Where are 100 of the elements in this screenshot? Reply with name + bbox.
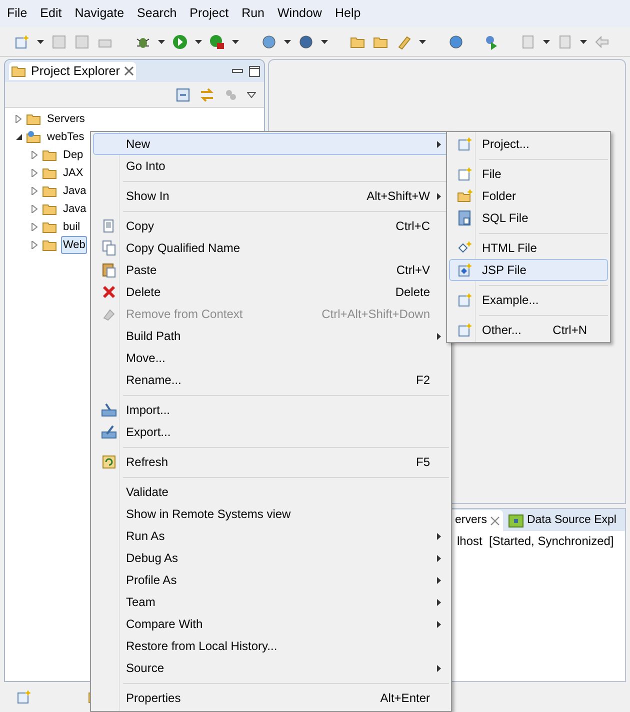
dropdown-caret-icon[interactable]: [321, 40, 328, 44]
dropdown-caret-icon[interactable]: [419, 40, 426, 44]
save-all-icon: [74, 34, 90, 50]
tree-item[interactable]: Java: [61, 200, 88, 218]
collapse-all-icon: [175, 86, 191, 102]
project-folder-icon: [26, 129, 42, 145]
expand-arrow-icon[interactable]: [15, 133, 23, 141]
menu-item[interactable]: Source: [93, 657, 449, 679]
menu-item[interactable]: Debug As: [93, 547, 449, 569]
close-icon[interactable]: [124, 66, 134, 76]
menu-item[interactable]: Go Into: [93, 155, 449, 177]
submenu-arrow-icon: [437, 532, 441, 540]
globe-icon: [261, 34, 277, 50]
run-icon: [172, 34, 188, 50]
menu-item[interactable]: Run As: [93, 525, 449, 547]
tree-item[interactable]: JAX: [61, 164, 86, 182]
minimize-icon[interactable]: [232, 69, 243, 73]
submenu-arrow-icon: [437, 332, 441, 340]
submenu-arrow-icon: [437, 140, 441, 148]
menu-bar-item[interactable]: Help: [334, 4, 361, 23]
menu-item[interactable]: Validate: [93, 481, 449, 503]
save-icon: [51, 34, 67, 50]
menu-item[interactable]: Show in Remote Systems view: [93, 503, 449, 525]
menu-bar-item[interactable]: Navigate: [74, 4, 124, 23]
menu-item[interactable]: Export...: [93, 421, 449, 443]
menu-item[interactable]: Restore from Local History...: [93, 635, 449, 657]
tree-item[interactable]: Java: [61, 182, 88, 200]
previous-annotation-icon: [557, 34, 573, 50]
menu-item[interactable]: Compare With: [93, 613, 449, 635]
project-explorer-tab[interactable]: Project Explorer: [9, 62, 136, 80]
new-folder-icon: [457, 188, 473, 204]
menu-item[interactable]: Team: [93, 591, 449, 613]
globe-icon: [448, 34, 464, 50]
menu-item[interactable]: Copy Qualified Name: [93, 237, 449, 259]
view-menu-icon[interactable]: [247, 92, 256, 98]
menu-bar-item[interactable]: Edit: [40, 4, 62, 23]
menu-item[interactable]: Folder: [449, 185, 608, 207]
new-file-icon: [457, 166, 473, 182]
back-icon: [594, 34, 610, 50]
sql-file-icon: [457, 210, 473, 226]
database-icon: [508, 512, 524, 528]
new-project-icon: [457, 136, 473, 152]
submenu-arrow-icon: [437, 554, 441, 562]
dropdown-caret-icon[interactable]: [543, 40, 550, 44]
dropdown-caret-icon[interactable]: [580, 40, 587, 44]
menu-bar-item[interactable]: Window: [278, 4, 322, 23]
maximize-icon[interactable]: [249, 66, 260, 76]
menu-item[interactable]: Example...: [449, 289, 608, 311]
menu-item[interactable]: Move...: [93, 347, 449, 369]
dropdown-caret-icon[interactable]: [37, 40, 44, 44]
menu-item[interactable]: Refresh F5: [93, 451, 449, 473]
menu-item[interactable]: Import...: [93, 399, 449, 421]
tree-item[interactable]: Web: [61, 236, 88, 254]
submenu-arrow-icon: [437, 664, 441, 672]
run-tool-icon: [209, 34, 225, 50]
menu-item[interactable]: New: [93, 133, 449, 155]
next-annotation-icon: [520, 34, 536, 50]
submenu-arrow-icon: [437, 576, 441, 584]
new-view-icon: [16, 689, 32, 705]
menu-item[interactable]: HTML File: [449, 237, 608, 259]
server-row[interactable]: lhost [Started, Synchronized]: [457, 532, 614, 550]
menu-item[interactable]: Project...: [449, 133, 608, 155]
paste-icon: [101, 262, 117, 278]
dropdown-caret-icon[interactable]: [158, 40, 165, 44]
submenu-arrow-icon: [437, 192, 441, 200]
new-icon: [14, 34, 30, 50]
menu-item[interactable]: Delete Delete: [93, 281, 449, 303]
menu-bar-item[interactable]: File: [7, 4, 28, 23]
menu-item[interactable]: Show In Alt+Shift+W: [93, 185, 449, 207]
menu-item[interactable]: Profile As: [93, 569, 449, 591]
menu-bar-item[interactable]: Project: [190, 4, 229, 23]
tree-item[interactable]: Servers: [45, 110, 87, 128]
menu-item[interactable]: File: [449, 163, 608, 185]
tree-item[interactable]: buil: [61, 218, 82, 236]
pen-icon: [396, 34, 412, 50]
menu-item[interactable]: Rename... F2: [93, 369, 449, 391]
close-icon[interactable]: [490, 516, 500, 526]
menu-bar-item[interactable]: Run: [242, 4, 264, 23]
refresh-icon: [101, 454, 117, 470]
menu-item[interactable]: SQL File: [449, 207, 608, 229]
link-editor-icon: [199, 86, 215, 102]
submenu-arrow-icon: [437, 620, 441, 628]
copy-icon: [101, 240, 117, 256]
submenu-arrow-icon: [437, 598, 441, 606]
dropdown-caret-icon[interactable]: [284, 40, 291, 44]
menu-item[interactable]: Paste Ctrl+V: [93, 259, 449, 281]
dropdown-caret-icon[interactable]: [232, 40, 239, 44]
menu-item[interactable]: Build Path: [93, 325, 449, 347]
menu-item[interactable]: Properties Alt+Enter: [93, 687, 449, 709]
menu-item[interactable]: Other... Ctrl+N: [449, 319, 608, 341]
dropdown-caret-icon[interactable]: [195, 40, 202, 44]
menu-item[interactable]: JSP File: [449, 259, 608, 281]
jsp-file-icon: [457, 262, 473, 278]
new-wizard-icon: [457, 292, 473, 308]
menu-bar-item[interactable]: Search: [137, 4, 177, 23]
delete-icon: [101, 284, 117, 300]
tree-item[interactable]: Dep: [61, 146, 86, 164]
menu-item[interactable]: Copy Ctrl+C: [93, 215, 449, 237]
new-wizard-icon: [457, 322, 473, 338]
tree-item[interactable]: webTes: [45, 128, 86, 146]
